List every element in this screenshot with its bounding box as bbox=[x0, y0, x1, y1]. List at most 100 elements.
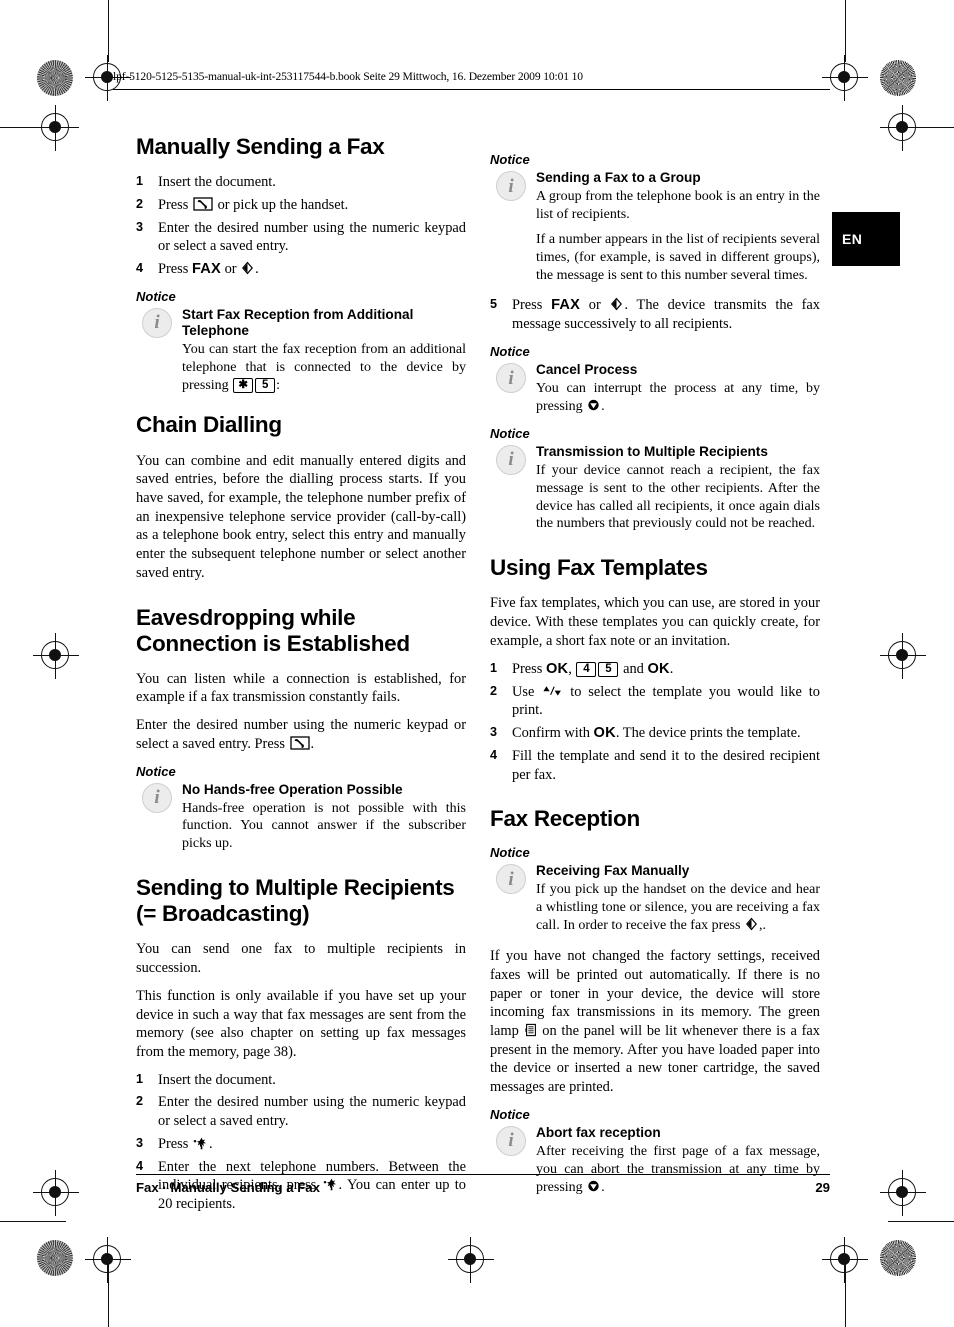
notice-label: Notice bbox=[136, 288, 176, 304]
heading-fax-reception: Fax Reception bbox=[490, 806, 640, 832]
notice-start-fax-reception: i Start Fax Reception from Additional Te… bbox=[136, 307, 466, 395]
step-number: 4 bbox=[136, 260, 144, 275]
heading-eavesdropping: Eavesdropping while Connection is Establ… bbox=[136, 604, 410, 656]
header-rule bbox=[113, 89, 830, 90]
notice-title: Transmission to Multiple Recipients bbox=[536, 443, 768, 459]
step-item: 3 Enter the desired number using the num… bbox=[136, 219, 466, 256]
paragraph-eavesdropping-1: You can listen while a connection is est… bbox=[136, 670, 466, 706]
step-text-cont: or pick up the handset. bbox=[213, 196, 349, 213]
notice-body: Hands-free operation is not possible wit… bbox=[182, 800, 466, 852]
step-number: 5 bbox=[490, 297, 498, 312]
notice-no-hands-free: i No Hands-free Operation Possible Hands… bbox=[136, 782, 466, 854]
step-item: 4 Fill the template and send it to the d… bbox=[490, 747, 820, 784]
step-item: 3 Confirm with OK. The device prints the… bbox=[490, 724, 820, 743]
step-number: 2 bbox=[490, 683, 498, 698]
notice-body: If you pick up the handset on the device… bbox=[536, 881, 820, 935]
step-text: Press bbox=[158, 260, 192, 277]
notice-body-pre: You can interrupt the process at any tim… bbox=[536, 381, 820, 414]
handset-icon bbox=[193, 197, 213, 211]
registration-mark-right-upper bbox=[880, 105, 926, 151]
notice-sending-fax-to-group: i Sending a Fax to a Group A group from … bbox=[490, 170, 820, 284]
language-tab-label: EN bbox=[842, 231, 863, 247]
notice-title: Cancel Process bbox=[536, 362, 638, 378]
step-item: 2 Enter the desired number using the num… bbox=[136, 1093, 466, 1130]
registration-mark-mid-left bbox=[33, 633, 79, 679]
stop-icon bbox=[587, 398, 600, 412]
step-text: Enter the desired number using the numer… bbox=[158, 219, 466, 255]
paragraph-factory-settings: If you have not changed the factory sett… bbox=[490, 947, 820, 1097]
step-text-cont: or bbox=[220, 260, 241, 277]
print-starburst-mark-top-right bbox=[880, 60, 916, 96]
paragraph-chain-dialling: You can combine and edit manually entere… bbox=[136, 452, 466, 581]
notice-title: No Hands-free Operation Possible bbox=[182, 781, 403, 797]
heading-using-fax-templates: Using Fax Templates bbox=[490, 555, 708, 581]
notice-cancel-process: i Cancel Process You can interrupt the p… bbox=[490, 362, 820, 416]
notice-receiving-fax-manually: i Receiving Fax Manually If you pick up … bbox=[490, 863, 820, 935]
notice-body-2: If a number appears in the list of recip… bbox=[536, 231, 820, 283]
info-icon: i bbox=[142, 782, 172, 813]
heading-chain-dialling: Chain Dialling bbox=[136, 412, 282, 438]
footer-rule bbox=[136, 1174, 830, 1176]
registration-mark-right-lower bbox=[880, 1170, 926, 1216]
step-text: Insert the document. bbox=[158, 1071, 276, 1088]
step-number: 1 bbox=[136, 174, 144, 189]
info-icon: i bbox=[496, 363, 526, 394]
paragraph-text-post: . bbox=[310, 735, 315, 752]
registration-mark-left-lower bbox=[33, 1170, 79, 1216]
keycap-4: 4 bbox=[576, 661, 597, 677]
step-item: 1 Insert the document. bbox=[136, 173, 466, 192]
trim-line-top-left bbox=[0, 127, 66, 128]
start-icon bbox=[745, 917, 758, 931]
registration-mark-left-upper bbox=[33, 105, 79, 151]
notice-label: Notice bbox=[490, 152, 530, 167]
step-text: Press bbox=[158, 1135, 192, 1152]
trim-line-bottom-right bbox=[888, 1221, 954, 1222]
step-text: Press bbox=[158, 196, 192, 213]
registration-mark-mid-right bbox=[880, 633, 926, 679]
start-icon bbox=[241, 261, 254, 275]
trim-line-top-right-vert bbox=[845, 0, 846, 62]
notice-title: Receiving Fax Manually bbox=[536, 863, 690, 879]
footer-breadcrumb: Fax · Manually Sending a Fax bbox=[136, 1180, 320, 1195]
step-number: 4 bbox=[490, 747, 498, 762]
notice-label: Notice bbox=[490, 1106, 530, 1122]
memory-lamp-icon bbox=[524, 1023, 537, 1037]
broadcast-icon bbox=[193, 1136, 208, 1150]
footer-page-number: 29 bbox=[815, 1180, 830, 1195]
info-icon: i bbox=[496, 864, 526, 895]
key-label-fax: FAX bbox=[551, 297, 581, 314]
notice-body-pre: You can start the fax reception from an … bbox=[182, 341, 466, 393]
step-text: Confirm with bbox=[512, 724, 594, 741]
keycap-5: 5 bbox=[598, 661, 619, 677]
up-down-arrows-icon bbox=[542, 684, 562, 696]
step-number: 3 bbox=[490, 724, 498, 739]
info-icon: i bbox=[496, 444, 526, 475]
trim-line-bottom-left bbox=[0, 1221, 66, 1222]
step-text-sep: , bbox=[568, 660, 576, 677]
step-item: 2 Press or pick up the handset. bbox=[136, 196, 466, 215]
step-item: 5 Press FAX or . The device transmits th… bbox=[490, 296, 820, 334]
step-item: 4 Press FAX or . bbox=[136, 260, 466, 279]
left-column: Manually Sending a Fax 1 Insert the docu… bbox=[136, 134, 466, 1223]
heading-sending-multiple-recipients: Sending to Multiple Recipients (= Broadc… bbox=[136, 875, 455, 927]
step-item: 3 Press . bbox=[136, 1135, 466, 1154]
notice-body-post: . bbox=[601, 398, 605, 414]
step-text: Press bbox=[512, 297, 552, 314]
language-tab-en: EN bbox=[832, 212, 900, 266]
notice-transmission-multiple-recipients: i Transmission to Multiple Recipients If… bbox=[490, 444, 820, 534]
step-number: 3 bbox=[136, 219, 144, 234]
notice-title: Abort fax reception bbox=[536, 1124, 661, 1140]
handset-icon bbox=[289, 736, 310, 750]
book-file-header: lpf-5120-5125-5135-manual-uk-int-2531175… bbox=[113, 70, 583, 83]
steps-broadcast-continued: 5 Press FAX or . The device transmits th… bbox=[490, 296, 820, 334]
step-text-and: and bbox=[619, 660, 648, 677]
print-starburst-mark bbox=[37, 60, 73, 96]
heading-manually-sending-a-fax: Manually Sending a Fax bbox=[136, 134, 385, 159]
key-label-ok: OK bbox=[593, 724, 616, 741]
paragraph-multiple-1: You can send one fax to multiple recipie… bbox=[136, 941, 466, 977]
notice-body: You can interrupt the process at any tim… bbox=[536, 380, 820, 416]
notice-body: You can start the fax reception from an … bbox=[182, 341, 466, 395]
step-item: 2 Use to select the template you would l… bbox=[490, 683, 820, 720]
notice-label: Notice bbox=[490, 344, 530, 360]
notice-body: If your device cannot reach a recipient,… bbox=[536, 462, 820, 532]
